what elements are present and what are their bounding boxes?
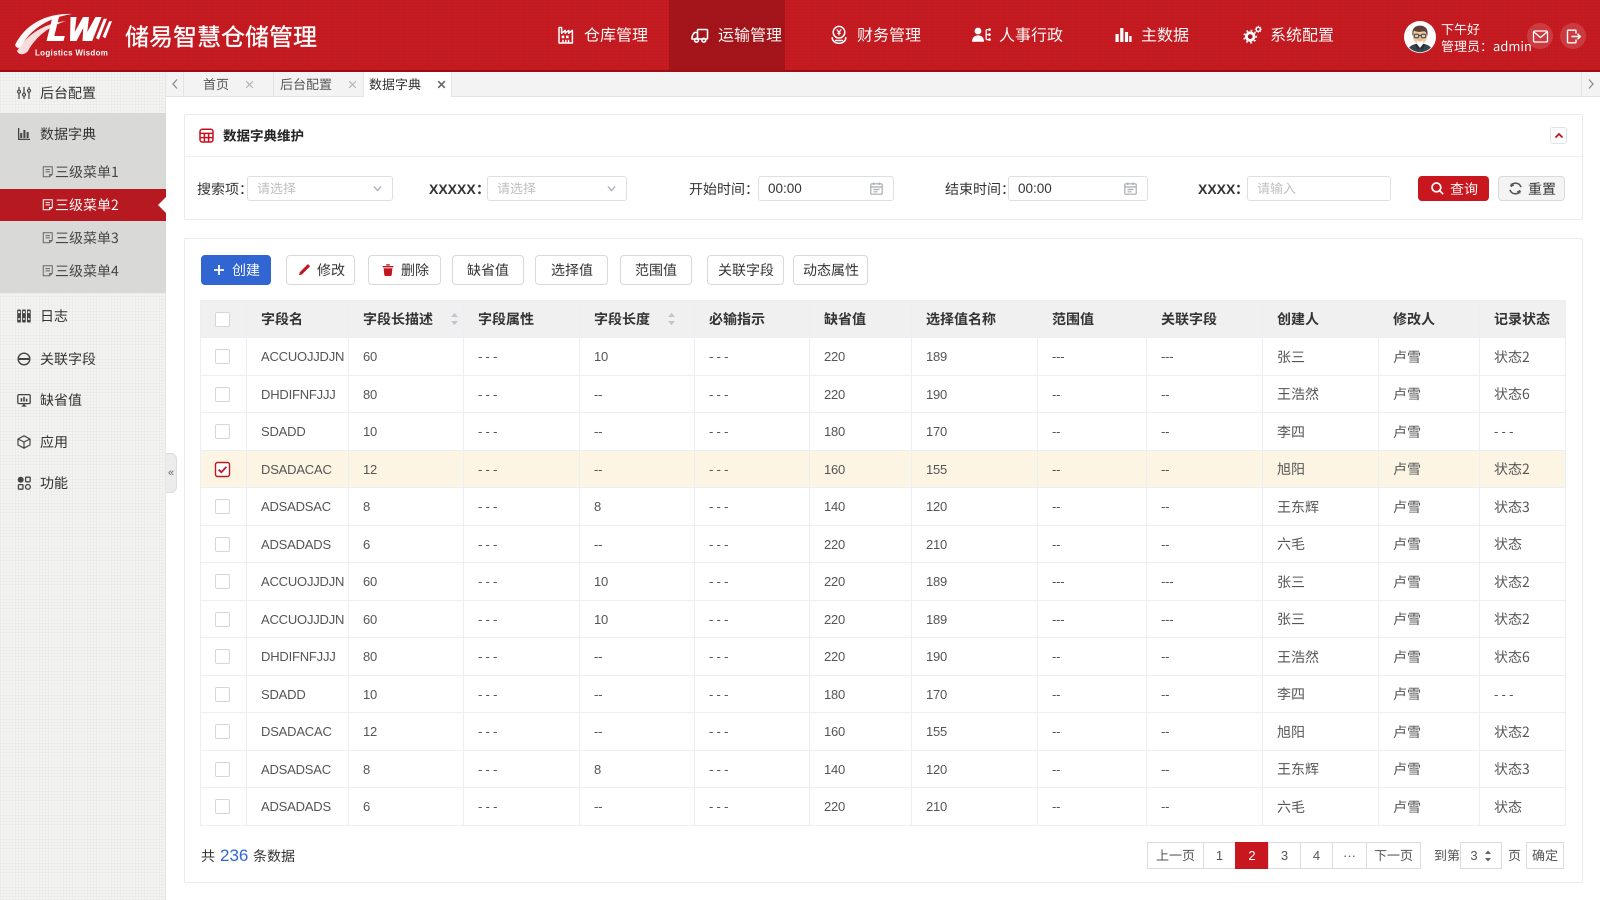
- svg-text:Logistics Wisdom: Logistics Wisdom: [35, 49, 108, 58]
